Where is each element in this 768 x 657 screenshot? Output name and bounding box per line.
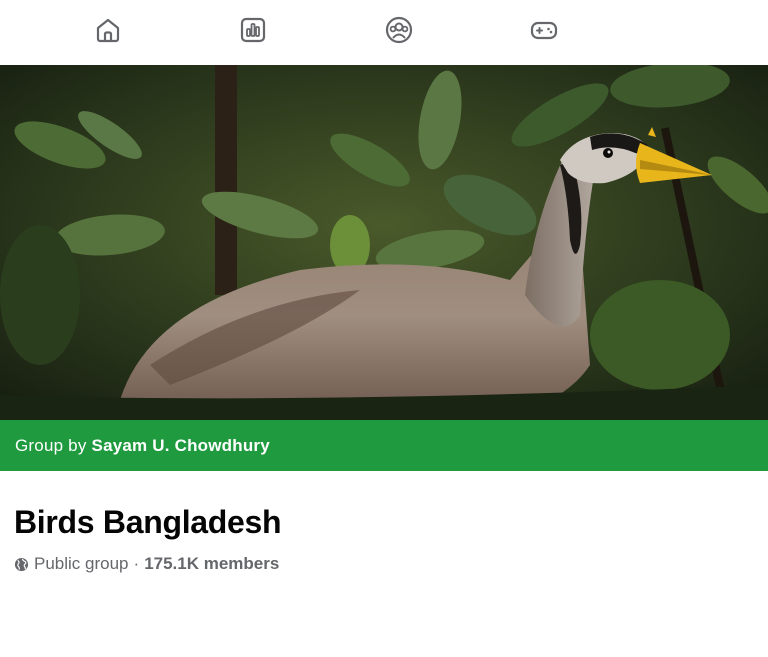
group-member-count[interactable]: 175.1K members	[144, 554, 279, 574]
group-owner-banner[interactable]: Group by Sayam U. Chowdhury	[0, 420, 768, 471]
globe-icon	[14, 557, 29, 571]
bird-photo-illustration	[0, 65, 768, 420]
group-owner-prefix: Group by	[15, 435, 87, 455]
top-navigation	[0, 0, 768, 65]
home-tab[interactable]	[86, 8, 130, 52]
gaming-icon	[530, 21, 558, 40]
chart-icon	[240, 17, 266, 43]
group-title[interactable]: Birds Bangladesh	[14, 502, 282, 542]
group-privacy: Public group	[34, 554, 129, 573]
home-icon	[96, 18, 120, 43]
gaming-tab[interactable]	[522, 8, 566, 52]
meta-separator: ·	[133, 554, 140, 573]
group-owner-name[interactable]: Sayam U. Chowdhury	[92, 436, 270, 456]
cover-photo[interactable]	[0, 65, 768, 420]
groups-icon	[385, 16, 413, 44]
groups-tab[interactable]	[377, 8, 421, 52]
dashboard-tab[interactable]	[231, 8, 275, 52]
group-meta: Public group · 175.1K members	[14, 552, 279, 576]
